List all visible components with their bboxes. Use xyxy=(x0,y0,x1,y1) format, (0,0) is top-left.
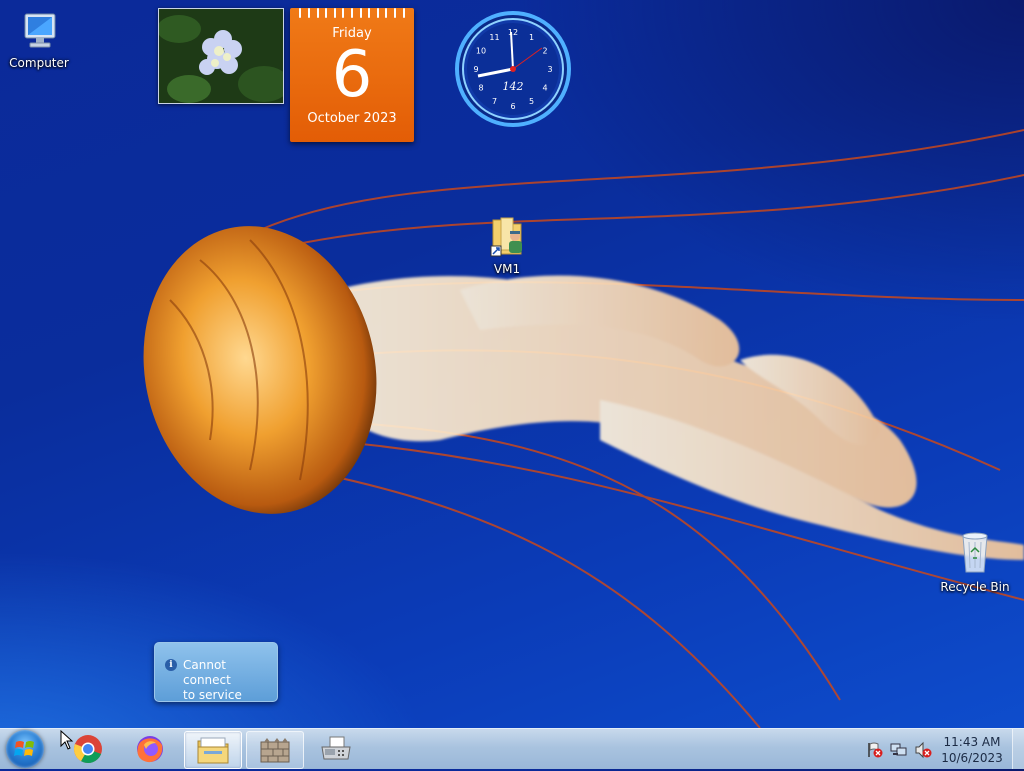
firefox-icon xyxy=(137,736,163,763)
notification-line2: to service xyxy=(183,688,242,702)
mouse-cursor-icon xyxy=(60,730,74,750)
slideshow-gadget[interactable] xyxy=(158,8,284,104)
calendar-month-year: October 2023 xyxy=(307,111,397,126)
desktop-icon-label: VM1 xyxy=(493,262,521,276)
speaker-muted-icon[interactable] xyxy=(914,741,932,759)
clock-numeral: 5 xyxy=(529,97,534,106)
taskbar-explorer-button[interactable] xyxy=(184,731,242,769)
recycle-bin-icon xyxy=(962,532,988,573)
clock-numeral: 12 xyxy=(508,28,518,37)
clock-numeral: 1 xyxy=(529,33,534,42)
clock-numeral: 11 xyxy=(489,33,499,42)
clock-numeral: 4 xyxy=(542,84,547,93)
action-center-flag-icon[interactable] xyxy=(866,741,884,759)
taskbar-fax-button[interactable] xyxy=(308,731,364,767)
calendar-gadget[interactable]: Friday 6 October 2023 xyxy=(290,8,414,142)
photo-slideshow-icon xyxy=(159,9,283,103)
desktop-icon-label: Recycle Bin xyxy=(940,580,1010,594)
clock-numeral: 8 xyxy=(478,84,483,93)
desktop-icon-computer[interactable]: Computer xyxy=(2,8,76,70)
fax-printer-icon xyxy=(321,736,351,760)
network-icon[interactable] xyxy=(890,741,908,759)
clock-numeral: 7 xyxy=(492,97,497,106)
desktop-icon-recycle-bin[interactable]: Recycle Bin xyxy=(938,528,1012,594)
calendar-binding xyxy=(290,8,414,18)
clock-numeral: 2 xyxy=(542,47,547,56)
clock-numeral: 10 xyxy=(476,47,486,56)
clock-face: 121234567891011 142 xyxy=(455,11,571,127)
clock-date: 10/6/2023 xyxy=(941,751,1003,765)
chrome-icon xyxy=(73,735,102,763)
clock-label: 142 xyxy=(503,80,524,93)
show-desktop-button[interactable] xyxy=(1012,729,1024,769)
clock-numeral: 9 xyxy=(473,65,478,74)
desktop-icon-label: Computer xyxy=(9,56,69,70)
clock-numeral: 3 xyxy=(547,65,552,74)
windows-start-icon xyxy=(14,741,34,756)
folder-shortcut-icon xyxy=(490,217,522,257)
calendar-day-number: 6 xyxy=(331,38,373,112)
notification-line1: Cannot connect xyxy=(183,658,231,687)
notification-balloon[interactable]: i Cannot connect to service xyxy=(154,642,278,702)
taskbar-firewall-button[interactable] xyxy=(246,731,304,769)
computer-icon xyxy=(24,13,56,48)
info-icon: i xyxy=(165,659,177,671)
clock-time: 11:43 AM xyxy=(943,735,1001,749)
taskbar: 11:43 AM 10/6/2023 xyxy=(0,728,1024,769)
file-explorer-icon xyxy=(197,737,229,764)
start-button[interactable] xyxy=(6,730,44,768)
taskbar-firefox-button[interactable] xyxy=(122,731,178,767)
firewall-icon xyxy=(260,738,290,763)
taskbar-clock[interactable]: 11:43 AM 10/6/2023 xyxy=(940,734,1004,766)
clock-numeral: 6 xyxy=(510,102,515,111)
clock-gadget[interactable]: 12 1 2 3 4 5 6 7 8 9 10 11 142 xyxy=(454,10,572,128)
desktop-icon-vm1[interactable]: VM1 xyxy=(470,214,544,276)
